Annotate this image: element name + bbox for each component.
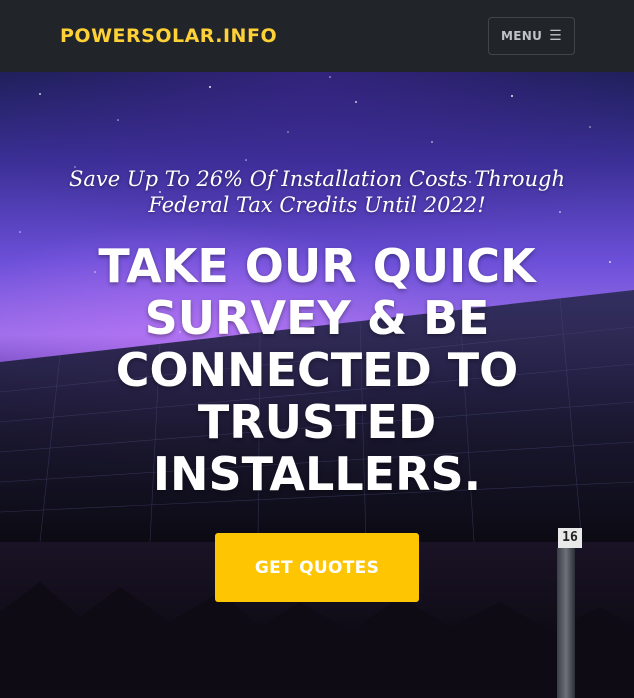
hero-section: 16 Save Up To 26% Of Installation Costs … <box>0 72 634 698</box>
menu-label: MENU <box>501 29 543 43</box>
menu-button[interactable]: MENU ☰ <box>488 17 575 55</box>
brand-logo-link[interactable]: POWERSOLAR.INFO <box>60 25 277 47</box>
hamburger-icon: ☰ <box>549 28 562 44</box>
get-quotes-button[interactable]: GET QUOTES <box>215 533 419 602</box>
hero-subheading: Save Up To 26% Of Installation Costs Thr… <box>69 167 565 217</box>
navbar: POWERSOLAR.INFO MENU ☰ <box>0 0 634 72</box>
hero-heading: TAKE OUR QUICK SURVEY & BE CONNECTED TO … <box>98 239 536 501</box>
hero-content: Save Up To 26% Of Installation Costs Thr… <box>0 72 634 698</box>
